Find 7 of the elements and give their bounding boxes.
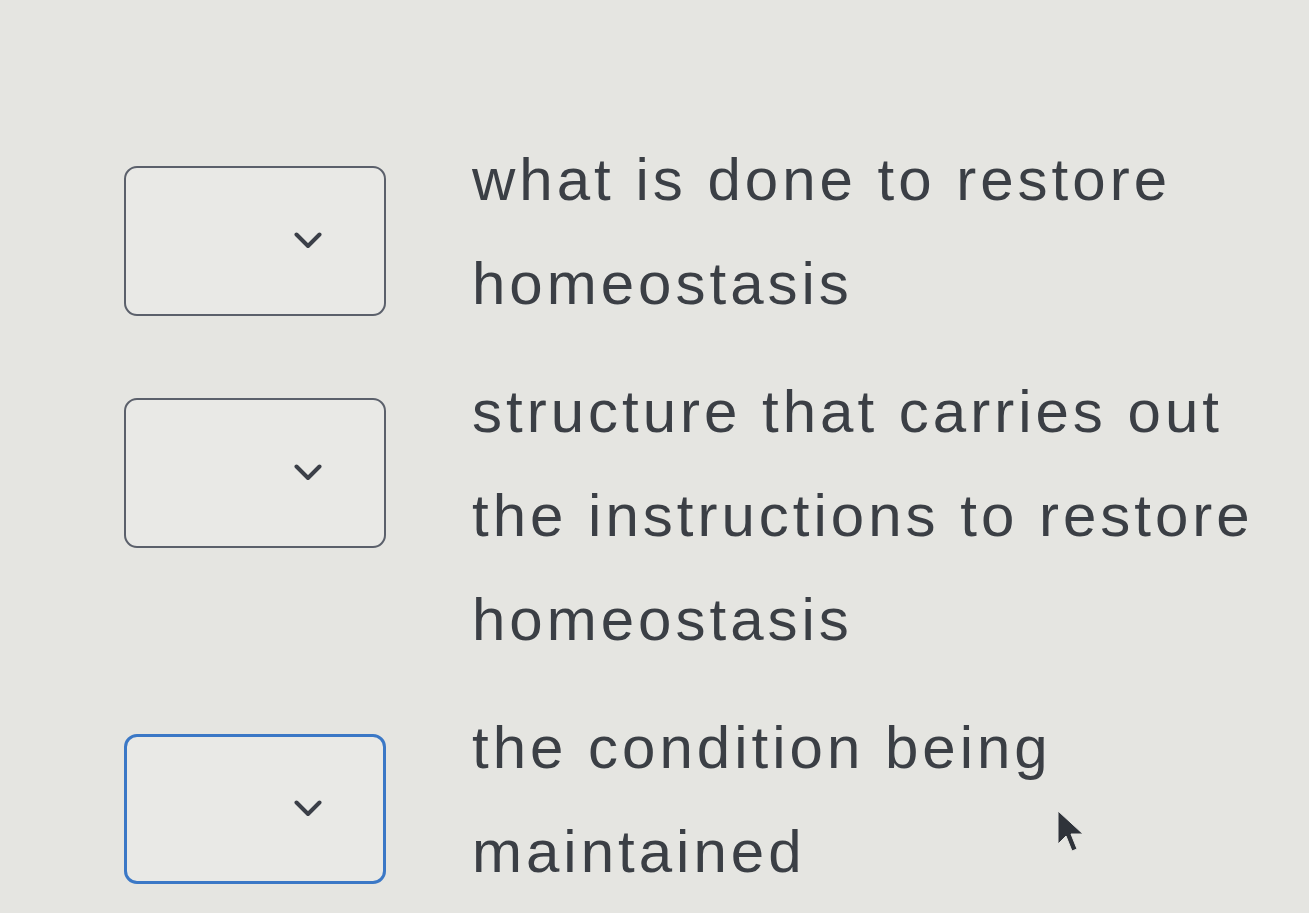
select-dropdown[interactable] [124, 734, 386, 884]
statement-text: the condition being maintained [472, 714, 1052, 885]
chevron-down-icon [294, 231, 322, 249]
select-dropdown[interactable] [124, 398, 386, 548]
chevron-down-icon [294, 799, 322, 817]
chevron-down-icon [294, 463, 322, 481]
select-dropdown[interactable] [124, 166, 386, 316]
